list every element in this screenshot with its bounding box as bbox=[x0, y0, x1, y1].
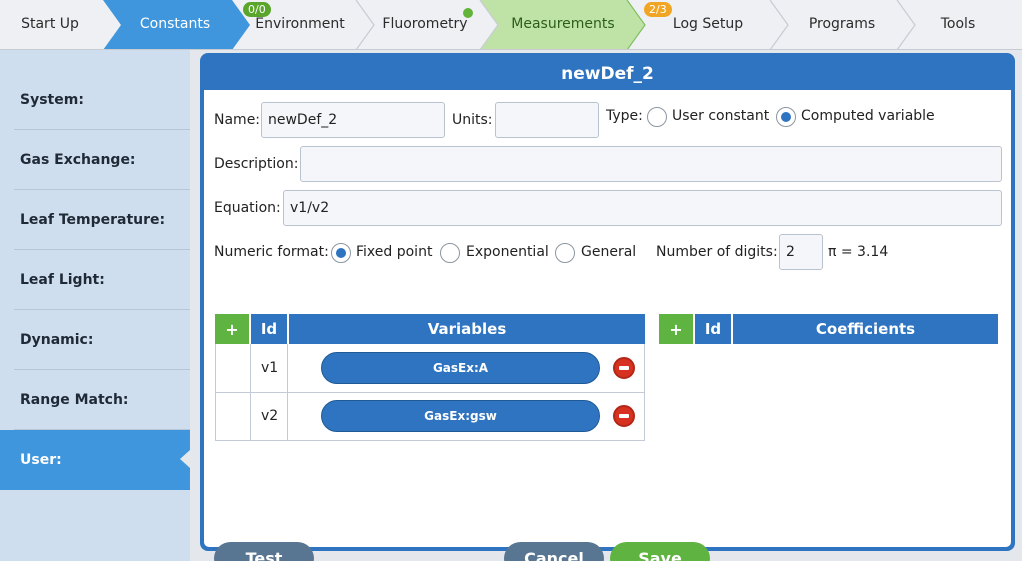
sidebar-item-dynamic[interactable]: Dynamic: bbox=[0, 310, 190, 370]
sidebar-item-gas-exchange[interactable]: Gas Exchange: bbox=[0, 130, 190, 190]
coefficients-id-header: Id bbox=[695, 314, 731, 344]
sidebar-item-label: Dynamic: bbox=[20, 332, 94, 348]
name-label: Name: bbox=[214, 112, 261, 128]
type-label: Type: bbox=[606, 108, 643, 124]
sidebar-item-range-match[interactable]: Range Match: bbox=[0, 370, 190, 430]
sidebar-item-label: Leaf Temperature: bbox=[20, 212, 166, 228]
sidebar-item-user[interactable]: User: bbox=[0, 430, 190, 490]
type-computed-variable-label[interactable]: Computed variable bbox=[801, 108, 935, 124]
test-button[interactable]: Test bbox=[214, 542, 314, 561]
variables-header: Variables bbox=[289, 314, 645, 344]
variable-select-button[interactable]: GasEx:A bbox=[321, 352, 600, 384]
description-field[interactable] bbox=[300, 146, 1002, 182]
active-notch bbox=[180, 450, 190, 468]
equation-field[interactable]: v1/v2 bbox=[283, 190, 1002, 226]
name-field[interactable]: newDef_2 bbox=[261, 102, 445, 138]
definition-dialog: newDef_2 Name: newDef_2 Units: Type: Use… bbox=[200, 53, 1015, 561]
format-fixed-point-radio[interactable] bbox=[331, 243, 351, 263]
tab-fluorometry[interactable]: Fluorometry bbox=[382, 16, 467, 32]
type-user-constant-radio[interactable] bbox=[647, 107, 667, 127]
digits-field[interactable]: 2 bbox=[779, 234, 823, 270]
save-button[interactable]: Save bbox=[610, 542, 710, 561]
tab-tools[interactable]: Tools bbox=[941, 16, 976, 32]
top-navigation: Start Up Constants Environment 0/0 Fluor… bbox=[0, 0, 1022, 50]
tab-programs[interactable]: Programs bbox=[809, 16, 875, 32]
coefficients-header: Coefficients bbox=[733, 314, 998, 344]
dialog-body: Name: newDef_2 Units: Type: User constan… bbox=[204, 90, 1011, 561]
sidebar-item-leaf-temperature[interactable]: Leaf Temperature: bbox=[0, 190, 190, 250]
description-label: Description: bbox=[214, 156, 299, 172]
grid-line bbox=[215, 392, 645, 393]
cancel-button[interactable]: Cancel bbox=[504, 542, 604, 561]
tab-environment[interactable]: Environment bbox=[255, 16, 344, 32]
format-exponential-label[interactable]: Exponential bbox=[466, 244, 549, 260]
variable-id: v2 bbox=[261, 408, 279, 424]
grid-line bbox=[215, 440, 645, 441]
pi-preview: π = 3.14 bbox=[828, 244, 889, 260]
format-exponential-radio[interactable] bbox=[440, 243, 460, 263]
tab-measurements[interactable]: Measurements bbox=[511, 16, 614, 32]
sidebar: System: Gas Exchange: Leaf Temperature: … bbox=[0, 50, 190, 561]
log-setup-badge: 2/3 bbox=[644, 2, 672, 17]
sidebar-item-system[interactable]: System: bbox=[0, 70, 190, 130]
sidebar-item-leaf-light[interactable]: Leaf Light: bbox=[0, 250, 190, 310]
type-user-constant-label[interactable]: User constant bbox=[672, 108, 769, 124]
units-field[interactable] bbox=[495, 102, 599, 138]
numeric-format-label: Numeric format: bbox=[214, 244, 329, 260]
sidebar-item-label: Range Match: bbox=[20, 392, 129, 408]
units-label: Units: bbox=[452, 112, 493, 128]
add-coefficient-button[interactable]: + bbox=[659, 314, 693, 344]
equation-label: Equation: bbox=[214, 200, 281, 216]
dialog-title: newDef_2 bbox=[561, 64, 654, 84]
variable-id: v1 bbox=[261, 360, 279, 376]
variables-id-header: Id bbox=[251, 314, 287, 344]
environment-badge: 0/0 bbox=[243, 2, 271, 17]
sidebar-item-label: Leaf Light: bbox=[20, 272, 105, 288]
remove-circle-icon[interactable] bbox=[613, 357, 635, 379]
format-fixed-point-label[interactable]: Fixed point bbox=[356, 244, 432, 260]
type-computed-variable-radio[interactable] bbox=[776, 107, 796, 127]
variable-select-button[interactable]: GasEx:gsw bbox=[321, 400, 600, 432]
remove-circle-icon[interactable] bbox=[613, 405, 635, 427]
sidebar-item-label: Gas Exchange: bbox=[20, 152, 136, 168]
status-dot-icon bbox=[463, 8, 473, 18]
format-general-radio[interactable] bbox=[555, 243, 575, 263]
sidebar-item-label: System: bbox=[20, 92, 84, 108]
sidebar-item-label: User: bbox=[20, 452, 62, 468]
add-variable-button[interactable]: + bbox=[215, 314, 249, 344]
format-general-label[interactable]: General bbox=[581, 244, 636, 260]
tab-log-setup[interactable]: Log Setup bbox=[673, 16, 743, 32]
digits-label: Number of digits: bbox=[656, 244, 778, 260]
tab-start-up[interactable]: Start Up bbox=[21, 16, 79, 32]
tab-constants[interactable]: Constants bbox=[140, 16, 210, 32]
